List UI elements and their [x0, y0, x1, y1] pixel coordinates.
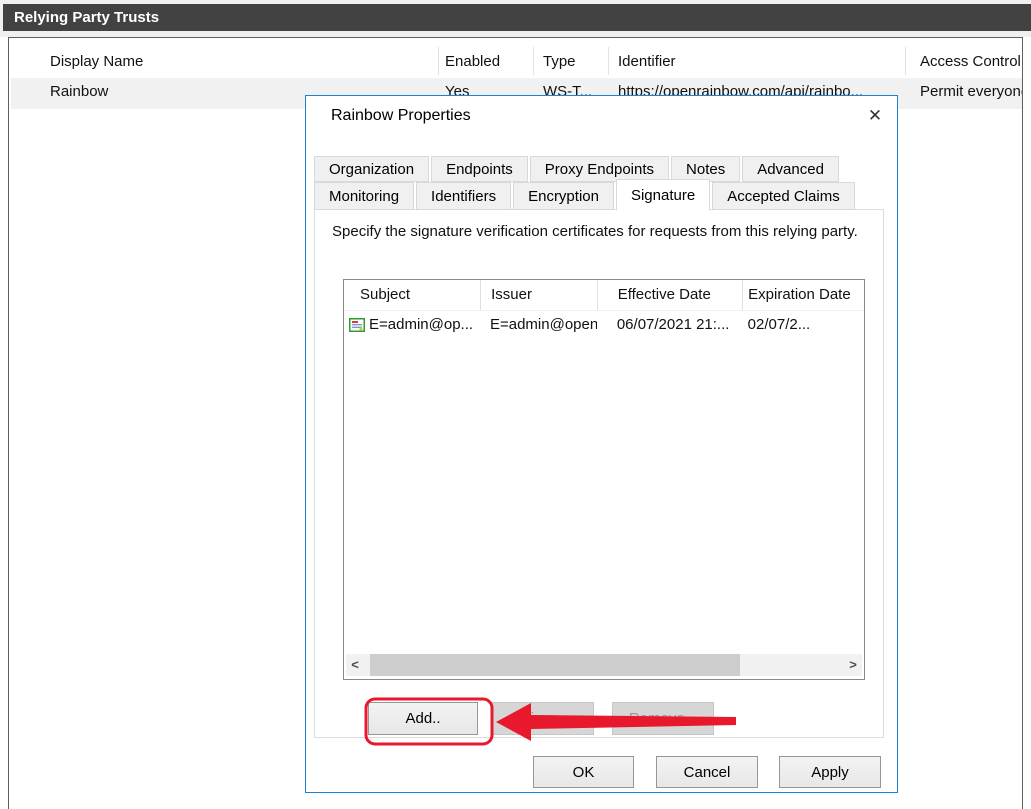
- close-icon[interactable]: ✕: [863, 104, 887, 128]
- view-button: View...: [492, 702, 594, 735]
- column-divider: [608, 47, 609, 75]
- col-identifier[interactable]: Identifier: [618, 53, 676, 70]
- cell-subject: E=admin@op...: [344, 316, 480, 333]
- add-button[interactable]: Add..: [368, 702, 478, 735]
- column-divider: [438, 47, 439, 75]
- subject-text: E=admin@op...: [369, 316, 473, 333]
- tab-signature[interactable]: Signature: [616, 179, 710, 211]
- tab-strip-top: Organization Endpoints Proxy Endpoints N…: [314, 156, 841, 182]
- tab-strip-bottom: Monitoring Identifiers Encryption Signat…: [314, 182, 857, 211]
- tab-advanced[interactable]: Advanced: [742, 156, 839, 182]
- tab-monitoring[interactable]: Monitoring: [314, 182, 414, 210]
- col-issuer[interactable]: Issuer: [481, 280, 598, 310]
- scroll-left-icon[interactable]: <: [346, 654, 364, 676]
- column-divider: [905, 47, 906, 75]
- tab-identifiers[interactable]: Identifiers: [416, 182, 511, 210]
- col-display-name[interactable]: Display Name: [50, 53, 143, 70]
- tab-endpoints[interactable]: Endpoints: [431, 156, 528, 182]
- cell-issuer: E=admin@openr...: [480, 316, 597, 333]
- certificate-icon: [349, 318, 365, 332]
- adfs-console-window: Relying Party Trusts Display Name Enable…: [0, 0, 1031, 809]
- pane-title: Relying Party Trusts: [3, 4, 1031, 31]
- cancel-button[interactable]: Cancel: [656, 756, 758, 788]
- certlist-header: Subject Issuer Effective Date Expiration…: [344, 280, 864, 311]
- column-divider: [533, 47, 534, 75]
- col-subject[interactable]: Subject: [344, 280, 481, 310]
- cell-access-control: Permit everyone: [920, 83, 1023, 100]
- ok-button[interactable]: OK: [533, 756, 634, 788]
- panel-description: Specify the signature verification certi…: [332, 221, 880, 242]
- cell-display-name: Rainbow: [50, 83, 108, 100]
- apply-button[interactable]: Apply: [779, 756, 881, 788]
- table-header: Display Name Enabled Type Identifier Acc…: [9, 45, 1023, 77]
- col-expiration-date[interactable]: Expiration Date: [743, 280, 864, 310]
- col-type[interactable]: Type: [543, 53, 576, 70]
- certificate-row[interactable]: E=admin@op... E=admin@openr... 06/07/202…: [344, 311, 864, 338]
- scrollbar-thumb[interactable]: [370, 654, 740, 676]
- tab-accepted-claims[interactable]: Accepted Claims: [712, 182, 855, 210]
- tab-organization[interactable]: Organization: [314, 156, 429, 182]
- cell-expiration-date: 02/07/2...: [743, 316, 864, 333]
- rainbow-properties-dialog: Rainbow Properties ✕ Organization Endpoi…: [305, 95, 898, 793]
- scroll-right-icon[interactable]: >: [844, 654, 862, 676]
- dialog-title: Rainbow Properties: [331, 107, 471, 125]
- certificate-listview: Subject Issuer Effective Date Expiration…: [343, 279, 865, 680]
- remove-button: Remove...: [612, 702, 714, 735]
- col-effective-date[interactable]: Effective Date: [598, 280, 743, 310]
- tab-encryption[interactable]: Encryption: [513, 182, 614, 210]
- cell-effective-date: 06/07/2021 21:...: [597, 316, 743, 333]
- col-enabled[interactable]: Enabled: [445, 53, 500, 70]
- signature-tab-panel: Specify the signature verification certi…: [314, 209, 884, 738]
- horizontal-scrollbar[interactable]: < >: [346, 654, 862, 676]
- col-access-control[interactable]: Access Control: [920, 53, 1021, 70]
